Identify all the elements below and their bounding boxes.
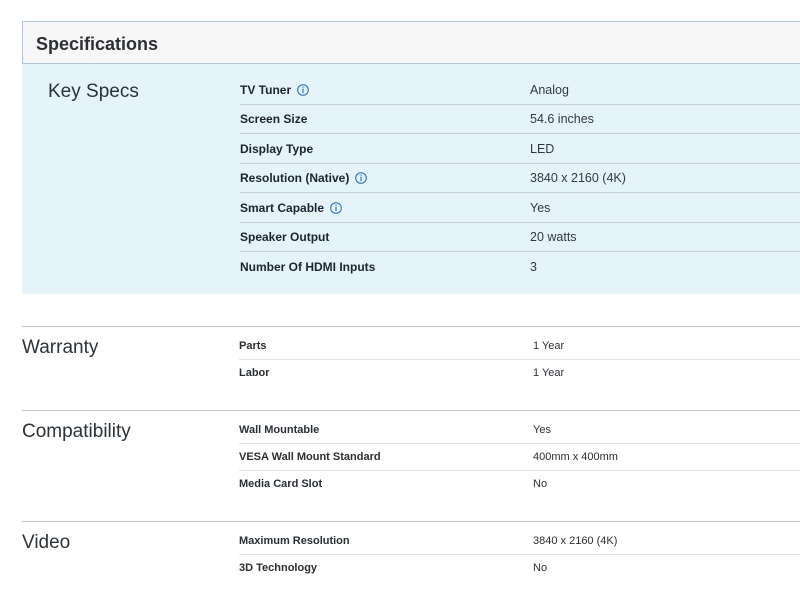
compatibility-title: Compatibility [22,421,131,442]
spec-value: Yes [533,424,551,436]
warranty-title: Warranty [22,337,99,358]
spec-value: No [533,478,548,490]
spec-label: Screen Size [240,112,308,126]
spec-label: Speaker Output [240,230,330,244]
spec-label: Number Of HDMI Inputs [240,260,376,274]
spec-label: Media Card Slot [239,478,323,490]
spec-row-vesa-wall-mount-standard: VESA Wall Mount Standard 400mm x 400mm [239,444,800,471]
spec-value: 3 [530,260,537,274]
spec-label: Display Type [240,142,314,156]
spec-row-wall-mountable: Wall Mountable Yes [239,417,800,444]
info-icon[interactable] [330,202,342,214]
spec-label: Resolution (Native) [240,171,368,185]
spec-row-media-card-slot: Media Card Slot No [239,471,800,498]
spec-row-3d-technology: 3D Technology No [239,555,800,582]
spec-label: Parts [239,340,267,352]
spec-row-tv-tuner: TV Tuner Analog [240,76,800,105]
page-title: Specifications [36,34,159,54]
specifications-header: Specifications [22,21,800,64]
spec-value: 3840 x 2160 (4K) [530,171,626,185]
spec-row-resolution-native: Resolution (Native) 3840 x 2160 (4K) [240,164,800,193]
section-divider [22,410,800,411]
spec-row-display-type: Display Type LED [240,135,800,164]
spec-label: Maximum Resolution [239,535,350,547]
spec-value: 1 Year [533,340,565,352]
spec-label: 3D Technology [239,562,318,574]
section-divider [22,326,800,327]
spec-label: TV Tuner [240,83,309,97]
spec-value: 400mm x 400mm [533,451,618,463]
spec-value: 20 watts [530,230,577,244]
spec-value: 54.6 inches [530,112,594,126]
spec-value: Analog [530,83,569,97]
spec-value: Yes [530,201,551,215]
spec-value: LED [530,142,555,156]
spec-value: 3840 x 2160 (4K) [533,535,618,547]
spec-label: Labor [239,367,270,379]
info-icon[interactable] [297,84,309,96]
spec-row-parts: Parts 1 Year [239,333,800,360]
key-specs-title: Key Specs [48,81,139,102]
section-divider [22,521,800,522]
spec-row-smart-capable: Smart Capable Yes [240,194,800,223]
video-title: Video [22,532,71,553]
spec-row-labor: Labor 1 Year [239,360,800,387]
spec-value: 1 Year [533,367,565,379]
info-icon[interactable] [355,172,368,184]
spec-row-screen-size: Screen Size 54.6 inches [240,105,800,134]
spec-label: Smart Capable [240,201,342,215]
spec-row-speaker-output: Speaker Output 20 watts [240,223,800,252]
spec-value: No [533,562,548,574]
spec-label: VESA Wall Mount Standard [239,451,381,463]
spec-row-hdmi-inputs: Number Of HDMI Inputs 3 [240,253,800,282]
key-specs-section: Key Specs TV Tuner Analog Screen Size 54… [22,64,800,294]
spec-label: Wall Mountable [239,424,320,436]
spec-row-maximum-resolution: Maximum Resolution 3840 x 2160 (4K) [239,528,800,555]
